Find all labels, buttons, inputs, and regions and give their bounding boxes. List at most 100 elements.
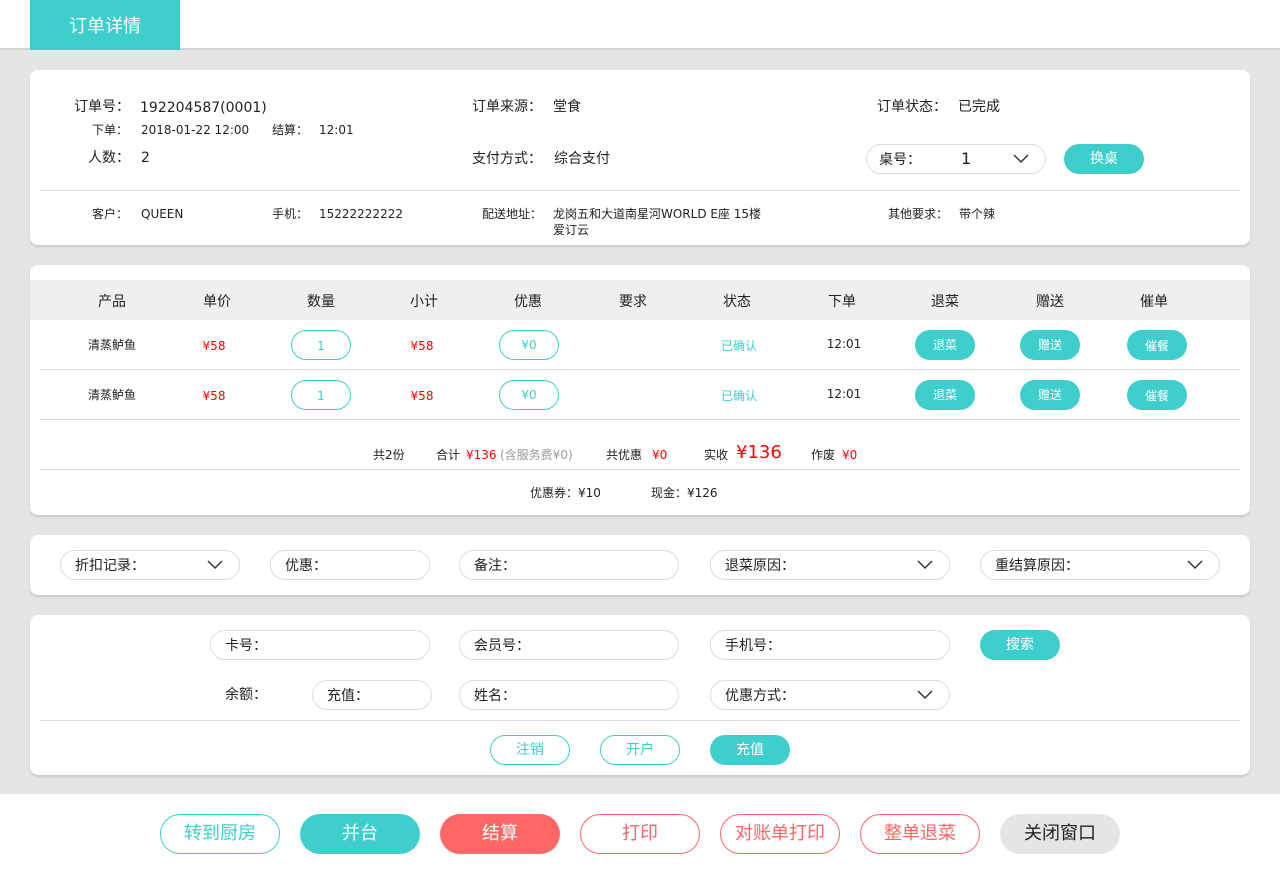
card-no-label: 卡号： [225, 638, 267, 654]
table-header: 产品 单价 数量 小计 优惠 要求 状态 下单 退菜 赠送 催单 [30, 280, 1250, 320]
statement-print-button[interactable]: 对账单打印 [720, 814, 840, 854]
order-no-label: 订单号： [74, 99, 130, 115]
pay-value: 综合支付 [554, 151, 610, 167]
quantity-field[interactable]: 1 [291, 380, 351, 410]
member-no-label: 会员号： [474, 638, 530, 654]
col-header: 要求 [619, 294, 647, 310]
chevron-down-icon [917, 690, 933, 700]
subtotal: ¥58 [410, 389, 434, 403]
phone-label: 手机： [271, 207, 308, 221]
customer-label: 客户： [91, 207, 128, 221]
divider [40, 469, 1240, 470]
card-no-input[interactable]: 卡号： [210, 630, 430, 660]
recharge-input[interactable]: 充值： [312, 680, 432, 710]
divider [40, 190, 1240, 191]
resettle-reason-select[interactable]: 重结算原因： [980, 550, 1220, 580]
gift-button[interactable]: 赠送 [1020, 330, 1080, 360]
refund-reason-select[interactable]: 退菜原因： [710, 550, 950, 580]
discount-method-label: 优惠方式： [725, 688, 795, 704]
people-value: 2 [141, 150, 150, 166]
col-header: 小计 [410, 294, 438, 310]
item-status: 已确认 [720, 389, 757, 403]
settle-button[interactable]: 结算 [440, 814, 560, 854]
col-header: 退菜 [931, 294, 959, 310]
order-time: 12:01 [826, 387, 862, 401]
source-value: 堂食 [553, 99, 581, 115]
product-name: 清蒸鲈鱼 [87, 338, 136, 352]
discount-label: 优惠： [285, 558, 327, 574]
member-no-input[interactable]: 会员号： [459, 630, 679, 660]
people-label: 人数： [88, 150, 130, 166]
refund-button[interactable]: 退菜 [915, 330, 975, 360]
cancel-member-button[interactable]: 注销 [490, 735, 570, 765]
discount-field[interactable]: ¥0 [499, 330, 559, 360]
discount-input[interactable]: 优惠： [270, 550, 430, 580]
source-label: 订单来源： [472, 99, 542, 115]
table-select[interactable]: 桌号： 1 [866, 144, 1046, 174]
order-info-card: 订单号： 192204587(0001) 下单： 2018-01-22 12:0… [30, 70, 1250, 245]
phone-value: 15222222222 [319, 207, 403, 221]
refund-reason-label: 退菜原因： [725, 558, 795, 574]
merge-table-button[interactable]: 并台 [300, 814, 420, 854]
other-label: 其他要求： [887, 207, 948, 221]
pay-label: 支付方式： [472, 151, 542, 167]
col-header: 单价 [203, 294, 231, 310]
mobile-label: 手机号： [725, 638, 781, 654]
close-window-button[interactable]: 关闭窗口 [1000, 814, 1120, 854]
total-value: ¥136 [466, 448, 497, 462]
open-account-button[interactable]: 开户 [600, 735, 680, 765]
member-card: 卡号： 会员号： 手机号： 搜索 余额： 充值： 姓名： 优惠方式： 注销 开户… [30, 615, 1250, 775]
discount-method-select[interactable]: 优惠方式： [710, 680, 950, 710]
filters-card: 折扣记录： 优惠： 备注： 退菜原因： 重结算原因： [30, 535, 1250, 595]
table-row: 清蒸鲈鱼 ¥58 1 ¥58 ¥0 已确认 12:01 退菜 赠送 催餐 [30, 320, 1250, 370]
divider [40, 720, 1240, 721]
table-label: 桌号： [879, 152, 921, 168]
unit-price: ¥58 [202, 339, 226, 353]
discount-field[interactable]: ¥0 [499, 380, 559, 410]
address-line1: 龙岗五和大道南星河WORLD E座 15楼 [553, 207, 762, 221]
discount-total-label: 共优惠 [606, 448, 643, 462]
service-fee-note: (含服务费¥0) [500, 448, 573, 462]
chevron-down-icon [207, 560, 223, 570]
placed-label: 下单： [91, 123, 128, 137]
full-refund-button[interactable]: 整单退菜 [860, 814, 980, 854]
col-header: 催单 [1140, 294, 1168, 310]
gift-button[interactable]: 赠送 [1020, 380, 1080, 410]
status-label: 订单状态： [877, 99, 947, 115]
discount-record-label: 折扣记录： [75, 558, 145, 574]
subtotal: ¥58 [410, 339, 434, 353]
order-time: 12:01 [826, 337, 862, 351]
item-count: 共2份 [373, 448, 405, 462]
chevron-down-icon [1187, 560, 1203, 570]
search-button[interactable]: 搜索 [980, 630, 1060, 660]
discount-record-select[interactable]: 折扣记录： [60, 550, 240, 580]
address-line2: 爱订云 [553, 223, 590, 237]
print-button[interactable]: 打印 [580, 814, 700, 854]
mobile-input[interactable]: 手机号： [710, 630, 950, 660]
tab-order-detail[interactable]: 订单详情 [30, 0, 180, 50]
divider [40, 419, 1240, 420]
quantity-field[interactable]: 1 [291, 330, 351, 360]
urge-button[interactable]: 催餐 [1127, 380, 1187, 410]
settle-value: 12:01 [319, 123, 354, 137]
urge-button[interactable]: 催餐 [1127, 330, 1187, 360]
to-kitchen-button[interactable]: 转到厨房 [160, 814, 280, 854]
refund-button[interactable]: 退菜 [915, 380, 975, 410]
items-card: 产品 单价 数量 小计 优惠 要求 状态 下单 退菜 赠送 催单 清蒸鲈鱼 ¥5… [30, 265, 1250, 515]
void-label: 作废 [811, 448, 836, 462]
remark-label: 备注： [474, 558, 516, 574]
settle-label: 结算： [271, 123, 308, 137]
col-header: 状态 [723, 294, 751, 310]
change-table-button[interactable]: 换桌 [1064, 144, 1144, 174]
table-value: 1 [961, 149, 972, 168]
name-input[interactable]: 姓名： [459, 680, 679, 710]
topup-button[interactable]: 充值 [710, 735, 790, 765]
table-row: 清蒸鲈鱼 ¥58 1 ¥58 ¥0 已确认 12:01 退菜 赠送 催餐 [30, 370, 1250, 420]
col-header: 优惠 [514, 294, 542, 310]
chevron-down-icon [917, 560, 933, 570]
remark-input[interactable]: 备注： [459, 550, 679, 580]
balance-label: 余额： [225, 687, 267, 703]
status-value: 已完成 [958, 99, 1000, 115]
top-bar [0, 0, 1280, 50]
order-no-value: 192204587(0001) [140, 100, 267, 116]
